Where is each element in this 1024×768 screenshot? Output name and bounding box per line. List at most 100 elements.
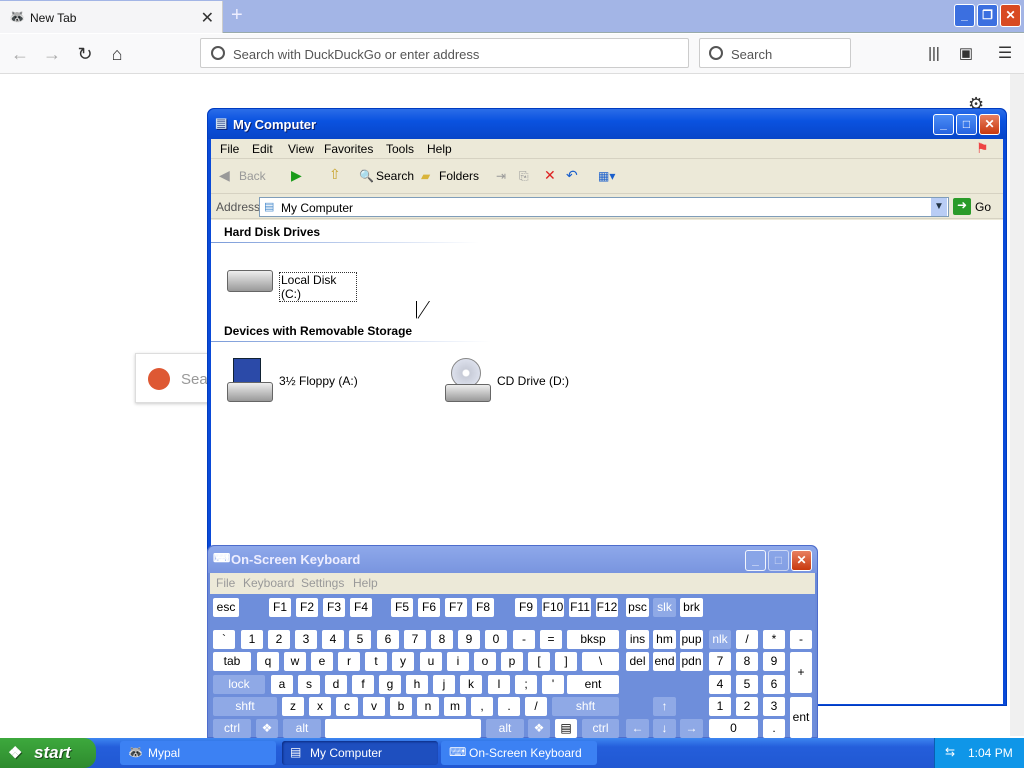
keyboard-key[interactable]: 3 [295, 630, 317, 649]
keyboard-key[interactable]: j [433, 675, 455, 694]
keyboard-key[interactable]: ' [542, 675, 564, 694]
go-arrow-icon[interactable]: ➜ [953, 198, 971, 215]
key-function[interactable]: F8 [472, 598, 494, 617]
keyboard-key[interactable]: - [513, 630, 535, 649]
key-function[interactable]: F2 [296, 598, 318, 617]
drive-floppy[interactable]: 3½ Floppy (A:) [227, 358, 427, 406]
ddg-search-box[interactable]: Sea [135, 353, 215, 403]
keyboard-key[interactable]: y [392, 652, 414, 671]
menu-help[interactable]: Help [353, 576, 378, 590]
keyboard-key[interactable]: s [298, 675, 320, 694]
window-title-bar[interactable]: ▤ My Computer _ □ ✕ [208, 109, 1006, 139]
keyboard-key[interactable]: i [447, 652, 469, 671]
maximize-button[interactable]: □ [956, 114, 977, 135]
numpad-key[interactable]: 8 [736, 652, 758, 671]
arrow-left-icon[interactable]: ← [626, 719, 649, 738]
keyboard-key[interactable]: f [352, 675, 374, 694]
key-function[interactable]: F1 [269, 598, 291, 617]
numpad-key[interactable]: 1 [709, 697, 731, 716]
close-button[interactable]: ✕ [1000, 4, 1021, 27]
network-icon[interactable]: ⇆ [945, 745, 955, 759]
close-button[interactable]: ✕ [791, 550, 812, 571]
numpad-dot[interactable]: . [763, 719, 785, 738]
keyboard-key[interactable]: m [444, 697, 466, 716]
key-end[interactable]: end [653, 652, 676, 671]
key-backspace[interactable]: bksp [567, 630, 619, 649]
back-icon[interactable]: ◀ [219, 167, 230, 184]
arrow-down-icon[interactable]: ↓ [653, 719, 676, 738]
minimize-button[interactable]: _ [745, 550, 766, 571]
views-icon[interactable]: ▦▾ [598, 169, 615, 183]
key-tab[interactable]: tab [213, 652, 251, 671]
key-shift-right[interactable]: shft [552, 697, 619, 716]
key-function[interactable]: F9 [515, 598, 537, 617]
key-space[interactable] [325, 719, 481, 738]
new-tab-button[interactable]: + [231, 4, 243, 27]
keyboard-key[interactable]: = [540, 630, 562, 649]
forward-icon[interactable]: ▶ [291, 167, 302, 184]
menu-keyboard[interactable]: Keyboard [243, 576, 294, 590]
keyboard-key[interactable]: ` [213, 630, 235, 649]
numpad-zero[interactable]: 0 [709, 719, 758, 738]
arrow-up-icon[interactable]: ↑ [653, 697, 676, 716]
keyboard-key[interactable]: [ [528, 652, 550, 671]
restore-button[interactable]: ❐ [977, 4, 998, 27]
reload-icon[interactable]: ↻ [73, 42, 97, 66]
keyboard-key[interactable]: , [471, 697, 493, 716]
keyboard-key[interactable]: g [379, 675, 401, 694]
keyboard-key[interactable]: 9 [458, 630, 480, 649]
menu-settings[interactable]: Settings [301, 576, 344, 590]
numpad-key[interactable]: 7 [709, 652, 731, 671]
numpad-plus[interactable]: + [790, 652, 812, 693]
key-function[interactable]: F4 [350, 598, 372, 617]
window-title-bar[interactable]: ⌨ On-Screen Keyboard _ □ ✕ [208, 546, 817, 573]
keyboard-key[interactable]: t [365, 652, 387, 671]
keyboard-key[interactable]: x [309, 697, 331, 716]
menu-tools[interactable]: Tools [386, 142, 414, 156]
windows-key-icon[interactable]: ❖ [528, 719, 550, 738]
keyboard-key[interactable]: c [336, 697, 358, 716]
keyboard-key[interactable]: / [525, 697, 547, 716]
key-function[interactable]: F6 [418, 598, 440, 617]
keyboard-key[interactable]: p [501, 652, 523, 671]
key-ins[interactable]: ins [626, 630, 649, 649]
up-folder-icon[interactable]: ⇧ [329, 166, 341, 183]
numpad-key[interactable]: 4 [709, 675, 731, 694]
keyboard-key[interactable]: a [271, 675, 293, 694]
numpad-key[interactable]: * [763, 630, 785, 649]
go-button[interactable]: Go [975, 200, 991, 214]
undo-icon[interactable]: ↶ [566, 167, 578, 184]
keyboard-key[interactable]: \ [582, 652, 619, 671]
keyboard-key[interactable]: n [417, 697, 439, 716]
numpad-key[interactable]: 6 [763, 675, 785, 694]
keyboard-key[interactable]: u [420, 652, 442, 671]
key-alt-left[interactable]: alt [283, 719, 321, 738]
keyboard-key[interactable]: h [406, 675, 428, 694]
numpad-enter[interactable]: ent [790, 697, 812, 738]
key-pgup[interactable]: pup [680, 630, 703, 649]
search-bar[interactable]: Search [699, 38, 851, 68]
numpad-key[interactable]: / [736, 630, 758, 649]
key-function[interactable]: F10 [542, 598, 564, 617]
keyboard-key[interactable]: ] [555, 652, 577, 671]
menu-edit[interactable]: Edit [252, 142, 273, 156]
page-scrollbar[interactable] [1010, 74, 1024, 736]
keyboard-key[interactable]: r [338, 652, 360, 671]
close-button[interactable]: ✕ [979, 114, 1000, 135]
key-function[interactable]: F12 [596, 598, 618, 617]
taskbar-item-osk[interactable]: ⌨ On-Screen Keyboard [441, 741, 597, 765]
keyboard-key[interactable]: v [363, 697, 385, 716]
keyboard-key[interactable]: 0 [485, 630, 507, 649]
keyboard-key[interactable]: q [257, 652, 279, 671]
chevron-down-icon[interactable]: ▼ [931, 198, 947, 216]
keyboard-key[interactable]: w [284, 652, 306, 671]
menu-icon[interactable]: ☰ [993, 42, 1017, 66]
key-ctrl-left[interactable]: ctrl [213, 719, 251, 738]
keyboard-key[interactable]: 2 [268, 630, 290, 649]
keyboard-key[interactable]: 8 [431, 630, 453, 649]
key-pgdn[interactable]: pdn [680, 652, 703, 671]
sidebar-icon[interactable]: ▣ [954, 42, 978, 66]
move-to-icon[interactable]: ⇥ [496, 169, 506, 183]
keyboard-key[interactable]: 4 [322, 630, 344, 649]
key-function[interactable]: F3 [323, 598, 345, 617]
